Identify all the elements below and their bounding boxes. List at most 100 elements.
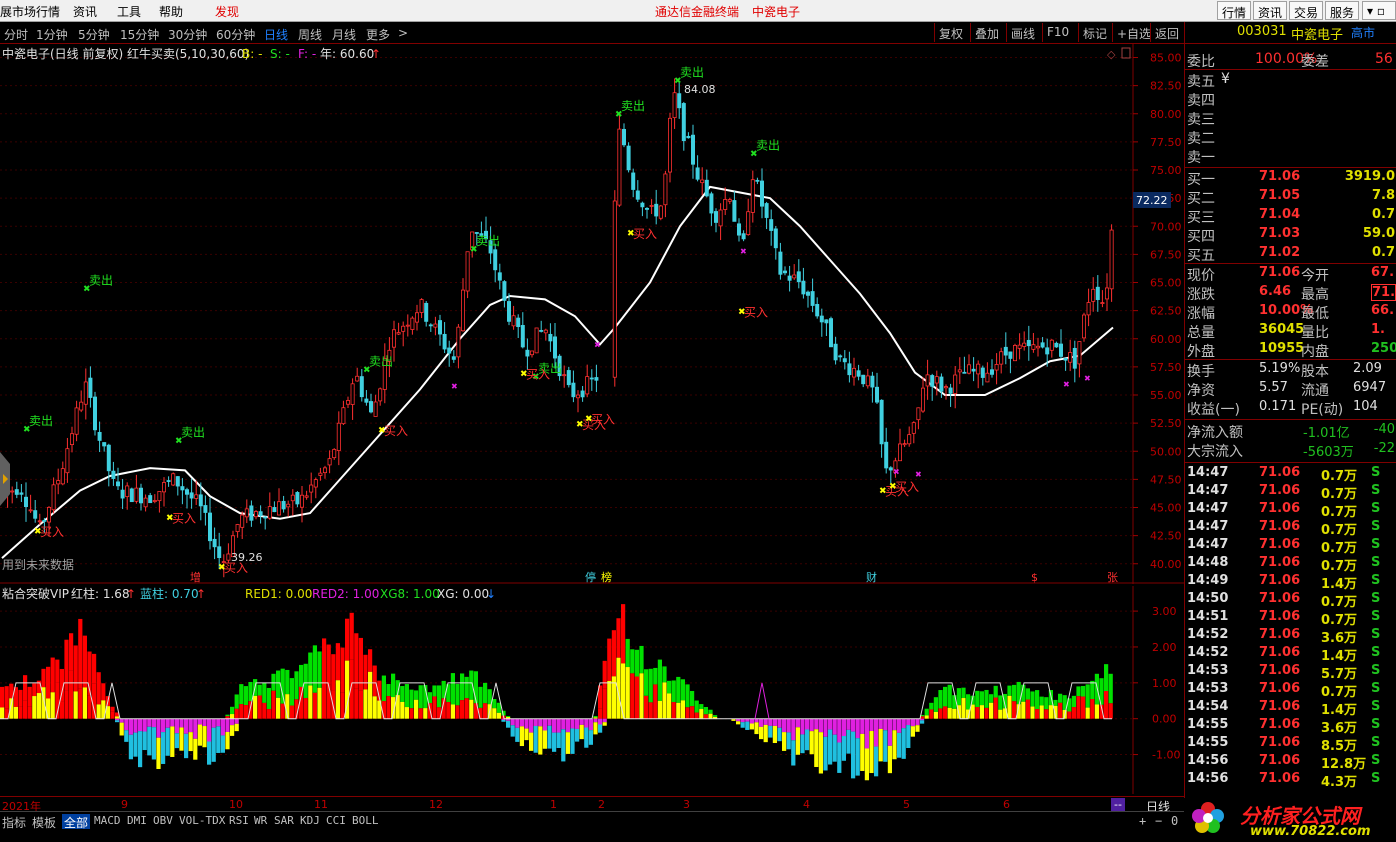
indicator-bar	[432, 685, 437, 697]
candle-body	[368, 401, 373, 413]
tab-cci[interactable]: CCI	[326, 814, 346, 827]
indicator-bar	[860, 718, 865, 734]
tab-1min[interactable]: 1分钟	[36, 26, 68, 43]
indicator-bar	[920, 720, 925, 724]
restore-rights-button[interactable]: 复权	[934, 23, 967, 42]
tab-sar[interactable]: SAR	[274, 814, 294, 827]
indicator-bar	[243, 705, 248, 719]
diamond-icon[interactable]: ◇	[1107, 48, 1116, 61]
bid-row[interactable]: 买五 71.02 0.7	[1187, 245, 1396, 264]
top-button-trade[interactable]: 交易	[1289, 1, 1324, 20]
end-position-button[interactable]: --	[1111, 798, 1125, 811]
bid-row[interactable]: 买二 71.05 7.8	[1187, 188, 1396, 207]
top-button-news[interactable]: 资讯	[1253, 1, 1288, 20]
indicator-bar	[579, 724, 584, 740]
indicator-bar	[234, 708, 239, 719]
candlestick-chart[interactable]: ✖卖出✖卖出✖卖出✖卖出✖卖出✖卖出✖卖出✖卖出✖卖出✖买入✖买入✖买入✖买入✖…	[0, 44, 1184, 584]
event-rise[interactable]: 张	[1107, 571, 1118, 584]
tab-5min[interactable]: 5分钟	[78, 26, 110, 43]
indicator-bar	[73, 691, 78, 719]
tab-vol-tdx[interactable]: VOL-TDX	[179, 814, 225, 827]
candle-body	[364, 398, 369, 403]
tab-weekly[interactable]: 周线	[298, 26, 322, 43]
tick-side: S	[1371, 465, 1381, 480]
menu-news[interactable]: 资讯	[73, 3, 97, 20]
indicator-bar	[630, 673, 635, 719]
indicator-bar	[855, 738, 860, 776]
tab-daily[interactable]: 日线	[264, 26, 288, 43]
indicator-bar	[32, 683, 37, 697]
tab-more[interactable]: 更多	[366, 26, 390, 43]
indicator-bar	[607, 680, 612, 719]
tab-15min[interactable]: 15分钟	[120, 26, 159, 43]
event-billboard[interactable]: 榜	[601, 570, 612, 584]
magenta-marker-icon: ✖	[740, 247, 747, 256]
logo: 分析家公式网 www.70822.com	[1184, 798, 1396, 842]
candle-body	[198, 494, 203, 507]
indicator-bar	[308, 685, 313, 719]
event-suspend[interactable]: 停	[585, 570, 596, 584]
indicator-bar	[920, 718, 925, 721]
f10-button[interactable]: F10	[1042, 23, 1073, 42]
tab-wr[interactable]: WR	[254, 814, 267, 827]
tab-timeshare[interactable]: 分时	[4, 26, 28, 43]
menu-help[interactable]: 帮助	[159, 3, 183, 20]
menu-discover[interactable]: 发现	[215, 3, 239, 20]
zoom-in-button[interactable]: +	[1139, 814, 1146, 828]
event-increase[interactable]: 增	[190, 570, 201, 584]
tab-monthly[interactable]: 月线	[332, 26, 356, 43]
add-watchlist-button[interactable]: +自选	[1112, 23, 1155, 42]
draw-line-button[interactable]: 画线	[1006, 23, 1039, 42]
bid-row[interactable]: 买四 71.03 59.0	[1187, 226, 1396, 245]
quote-stat-row: 现价 71.06 今开 67.	[1187, 265, 1396, 284]
mark-button[interactable]: 标记	[1078, 23, 1111, 42]
candle-body	[235, 524, 240, 533]
menu-market[interactable]: 展市场行情	[0, 3, 60, 20]
top-button-service[interactable]: 服务	[1325, 1, 1360, 20]
reset-zoom-button[interactable]: 0	[1171, 814, 1178, 828]
tab-60min[interactable]: 60分钟	[216, 26, 255, 43]
candle-body	[359, 376, 364, 398]
tab-30min[interactable]: 30分钟	[168, 26, 207, 43]
indicator-bar	[119, 718, 124, 723]
bid-row[interactable]: 买三 71.04 0.7	[1187, 207, 1396, 226]
tab-macd[interactable]: MACD	[94, 814, 121, 827]
money-flow-row: 净流入额 -1.01亿 -40	[1187, 422, 1396, 441]
indicator-bar	[924, 708, 929, 716]
indicator-bar	[1081, 696, 1086, 719]
tab-boll[interactable]: BOLL	[352, 814, 379, 827]
top-button-quotes[interactable]: 行情	[1217, 1, 1252, 20]
indicator-bar	[211, 718, 216, 728]
tab-rsi[interactable]: RSI	[229, 814, 249, 827]
magenta-marker-icon: ✖	[594, 340, 601, 349]
flow-value: -40	[1373, 422, 1395, 437]
overlay-button[interactable]: 叠加	[970, 23, 1003, 42]
indicator-bar	[262, 702, 267, 719]
chevron-right-icon[interactable]: >	[398, 26, 408, 40]
tick-volume: 0.7万	[1321, 613, 1358, 628]
tab-dmi[interactable]: DMI	[127, 814, 147, 827]
fin-value: 0.171	[1259, 399, 1297, 414]
bid-row[interactable]: 买一 71.06 3919.0	[1187, 169, 1396, 188]
menu-tools[interactable]: 工具	[117, 3, 141, 20]
f-indicator: F: -	[298, 47, 316, 61]
indicator-bar	[151, 727, 156, 760]
candle-body	[704, 179, 709, 197]
event-finance[interactable]: 财	[866, 570, 877, 584]
indicator-bar	[552, 732, 557, 752]
tab-obv[interactable]: OBV	[153, 814, 173, 827]
indicator-chart[interactable]: 3.00 2.00 1.00 0.00 -1.00 粘合突破VIP 红柱: 1.68 ↑…	[0, 586, 1184, 794]
window-control-icons[interactable]: ▾ ▫	[1362, 1, 1396, 20]
bid-volume: 7.8	[1371, 188, 1395, 203]
candle-body	[258, 511, 263, 516]
event-dividend[interactable]: $	[1031, 571, 1038, 584]
indicator-bar	[225, 718, 230, 732]
indicator-bar	[841, 718, 846, 737]
back-button[interactable]: 返回	[1150, 23, 1183, 42]
tab-kdj[interactable]: KDJ	[300, 814, 320, 827]
indicator-bar	[1058, 702, 1063, 719]
zoom-out-button[interactable]: −	[1155, 814, 1162, 828]
indicator-bar	[777, 727, 782, 742]
indicator-bar	[607, 638, 612, 681]
indicator-bar	[929, 709, 934, 719]
